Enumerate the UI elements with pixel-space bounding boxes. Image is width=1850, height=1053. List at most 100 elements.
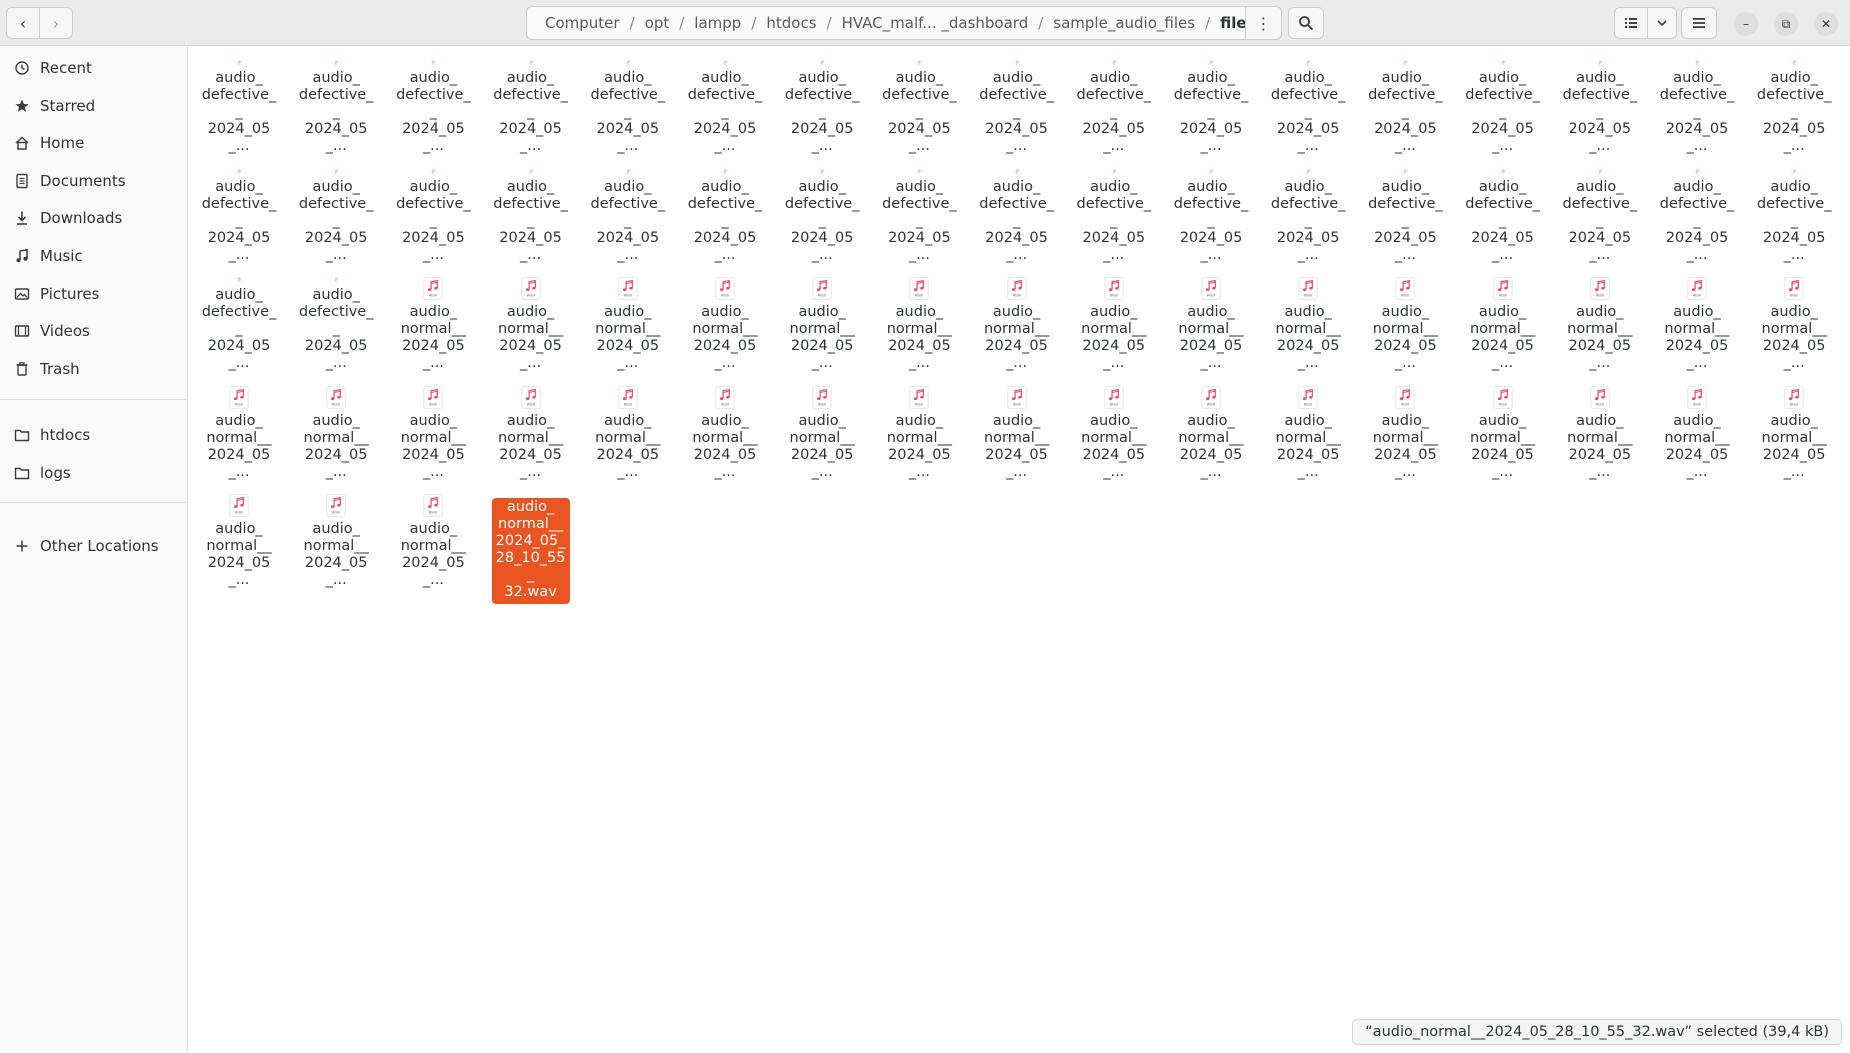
file-item[interactable]: wav audio_ normal__ 2024_05_... [1267,377,1349,481]
sidebar-item-recent[interactable]: Recent [0,50,188,86]
sidebar-item-bookmark-logs[interactable]: logs [0,455,188,491]
file-item[interactable]: wav audio_ defective__ 2024_05_... [295,160,377,264]
file-item[interactable]: wavaudio_ normal__ 2024_05_ 28_10_55_ 32… [490,485,572,604]
file-item[interactable]: wav audio_ defective__ 2024_05_... [684,160,766,264]
file-item[interactable]: wav audio_ defective__ 2024_05_... [1364,51,1446,155]
file-item[interactable]: wav audio_ defective__ 2024_05_... [976,51,1058,155]
file-item[interactable]: wav audio_ defective__ 2024_05_... [1073,51,1155,155]
file-item[interactable]: wav audio_ normal__ 2024_05_... [1753,268,1835,372]
file-item[interactable]: wav audio_ normal__ 2024_05_... [878,377,960,481]
file-item[interactable]: wav audio_ normal__ 2024_05_... [781,268,863,372]
file-item[interactable]: wav audio_ defective__ 2024_05_... [295,268,377,372]
main-menu-button[interactable] [1681,7,1717,39]
file-item[interactable]: wav audio_ normal__ 2024_05_... [976,268,1058,372]
file-item[interactable]: wav audio_ defective__ 2024_05_... [781,160,863,264]
sidebar-item-other-locations[interactable]: Other Locations [0,528,188,564]
file-item[interactable]: wav audio_ defective__ 2024_05_... [1170,51,1252,155]
file-item[interactable]: wav audio_ defective__ 2024_05_... [976,160,1058,264]
file-item[interactable]: wav audio_ defective__ 2024_05_... [198,51,280,155]
file-item[interactable]: wav audio_ normal__ 2024_05_... [392,485,474,589]
file-item[interactable]: wav audio_ defective__ 2024_05_... [198,268,280,372]
breadcrumb-item-htdocs[interactable]: htdocs [758,14,824,32]
file-item[interactable]: wav audio_ defective__ 2024_05_... [1559,51,1641,155]
file-item[interactable]: wav audio_ normal__ 2024_05_... [1753,377,1835,481]
file-item[interactable]: wav audio_ defective__ 2024_05_... [587,51,669,155]
file-item[interactable]: wav audio_ normal__ 2024_05_... [1462,268,1544,372]
file-item[interactable]: wav audio_ normal__ 2024_05_... [684,268,766,372]
file-item[interactable]: wav audio_ normal__ 2024_05_... [1364,377,1446,481]
file-item[interactable]: wav audio_ defective__ 2024_05_... [1559,160,1641,264]
file-item[interactable]: wav audio_ normal__ 2024_05_... [295,377,377,481]
file-item[interactable]: wav audio_ defective__ 2024_05_... [198,160,280,264]
file-item[interactable]: wav audio_ normal__ 2024_05_... [1364,268,1446,372]
breadcrumb-item-computer[interactable]: Computer [537,14,628,32]
file-item[interactable]: wav audio_ defective__ 2024_05_... [878,51,960,155]
search-button[interactable] [1288,7,1324,39]
file-item[interactable]: wav audio_ defective__ 2024_05_... [1462,51,1544,155]
file-item[interactable]: wav audio_ defective__ 2024_05_... [490,160,572,264]
sidebar-item-music[interactable]: Music [0,238,188,274]
view-list-button[interactable] [1614,7,1648,39]
file-item[interactable]: wav audio_ normal__ 2024_05_... [198,377,280,481]
breadcrumb-item-dashboard[interactable]: HVAC_malf... _dashboard [834,14,1037,32]
sidebar-item-trash[interactable]: Trash [0,351,188,387]
file-item[interactable]: wav audio_ normal__ 2024_05_... [1462,377,1544,481]
file-item[interactable]: wav audio_ defective__ 2024_05_... [1267,51,1349,155]
file-item[interactable]: wav audio_ defective__ 2024_05_... [781,51,863,155]
back-button[interactable]: ‹ [6,7,40,39]
file-item[interactable]: wav audio_ defective__ 2024_05_... [1267,160,1349,264]
view-options-dropdown[interactable] [1647,7,1677,39]
file-item[interactable]: wav audio_ normal__ 2024_05_... [781,377,863,481]
file-item[interactable]: wav audio_ defective__ 2024_05_... [587,160,669,264]
file-item[interactable]: wav audio_ normal__ 2024_05_... [490,268,572,372]
file-item[interactable]: wav audio_ defective__ 2024_05_... [684,51,766,155]
sidebar-item-starred[interactable]: Starred [0,88,188,124]
file-item[interactable]: wav audio_ defective__ 2024_05_... [1656,51,1738,155]
minimize-button[interactable]: – [1734,12,1758,36]
file-item[interactable]: wav audio_ defective__ 2024_05_... [392,51,474,155]
file-item[interactable]: wav audio_ defective__ 2024_05_... [490,51,572,155]
file-item[interactable]: wav audio_ normal__ 2024_05_... [1267,268,1349,372]
file-item[interactable]: wav audio_ normal__ 2024_05_... [1073,377,1155,481]
breadcrumb-item-opt[interactable]: opt [637,14,678,32]
sidebar-item-videos[interactable]: Videos [0,313,188,349]
close-button[interactable]: ✕ [1814,12,1838,36]
forward-button[interactable]: › [39,7,73,39]
file-item[interactable]: wav audio_ defective__ 2024_05_... [392,160,474,264]
sidebar-item-pictures[interactable]: Pictures [0,276,188,312]
file-item[interactable]: wav audio_ defective__ 2024_05_... [1753,51,1835,155]
file-item[interactable]: wav audio_ defective__ 2024_05_... [1364,160,1446,264]
file-item[interactable]: wav audio_ normal__ 2024_05_... [295,485,377,589]
file-item[interactable]: wav audio_ normal__ 2024_05_... [1656,268,1738,372]
file-item[interactable]: wav audio_ defective__ 2024_05_... [1656,160,1738,264]
file-item[interactable]: wav audio_ normal__ 2024_05_... [1559,268,1641,372]
maximize-button[interactable]: ⧉ [1774,12,1798,36]
file-item[interactable]: wav audio_ normal__ 2024_05_... [490,377,572,481]
sidebar-item-downloads[interactable]: Downloads [0,200,188,236]
file-item[interactable]: wav audio_ defective__ 2024_05_... [1073,160,1155,264]
file-item[interactable]: wav audio_ normal__ 2024_05_... [976,377,1058,481]
file-item[interactable]: wav audio_ defective__ 2024_05_... [295,51,377,155]
file-item[interactable]: wav audio_ defective__ 2024_05_... [878,160,960,264]
sidebar-item-documents[interactable]: Documents [0,163,188,199]
file-item[interactable]: wav audio_ defective__ 2024_05_... [1462,160,1544,264]
breadcrumb-item-sample-audio-files[interactable]: sample_audio_files [1045,14,1203,32]
sidebar-item-bookmark-htdocs[interactable]: htdocs [0,417,188,453]
file-item[interactable]: wav audio_ normal__ 2024_05_... [392,268,474,372]
file-item[interactable]: wav audio_ defective__ 2024_05_... [1753,160,1835,264]
breadcrumb-item-files[interactable]: files [1212,14,1245,32]
sidebar-item-home[interactable]: Home [0,125,188,161]
file-item[interactable]: wav audio_ normal__ 2024_05_... [587,268,669,372]
file-item[interactable]: wav audio_ normal__ 2024_05_... [1656,377,1738,481]
file-item[interactable]: wav audio_ normal__ 2024_05_... [878,268,960,372]
file-item[interactable]: wav audio_ normal__ 2024_05_... [198,485,280,589]
file-item[interactable]: wav audio_ normal__ 2024_05_... [1559,377,1641,481]
file-item[interactable]: wav audio_ normal__ 2024_05_... [392,377,474,481]
file-item[interactable]: wav audio_ normal__ 2024_05_... [1073,268,1155,372]
file-item[interactable]: wav audio_ defective__ 2024_05_... [1170,160,1252,264]
file-item[interactable]: wav audio_ normal__ 2024_05_... [684,377,766,481]
file-item[interactable]: wav audio_ normal__ 2024_05_... [1170,377,1252,481]
file-item[interactable]: wav audio_ normal__ 2024_05_... [587,377,669,481]
file-item[interactable]: wav audio_ normal__ 2024_05_... [1170,268,1252,372]
breadcrumb-item-lampp[interactable]: lampp [686,14,749,32]
